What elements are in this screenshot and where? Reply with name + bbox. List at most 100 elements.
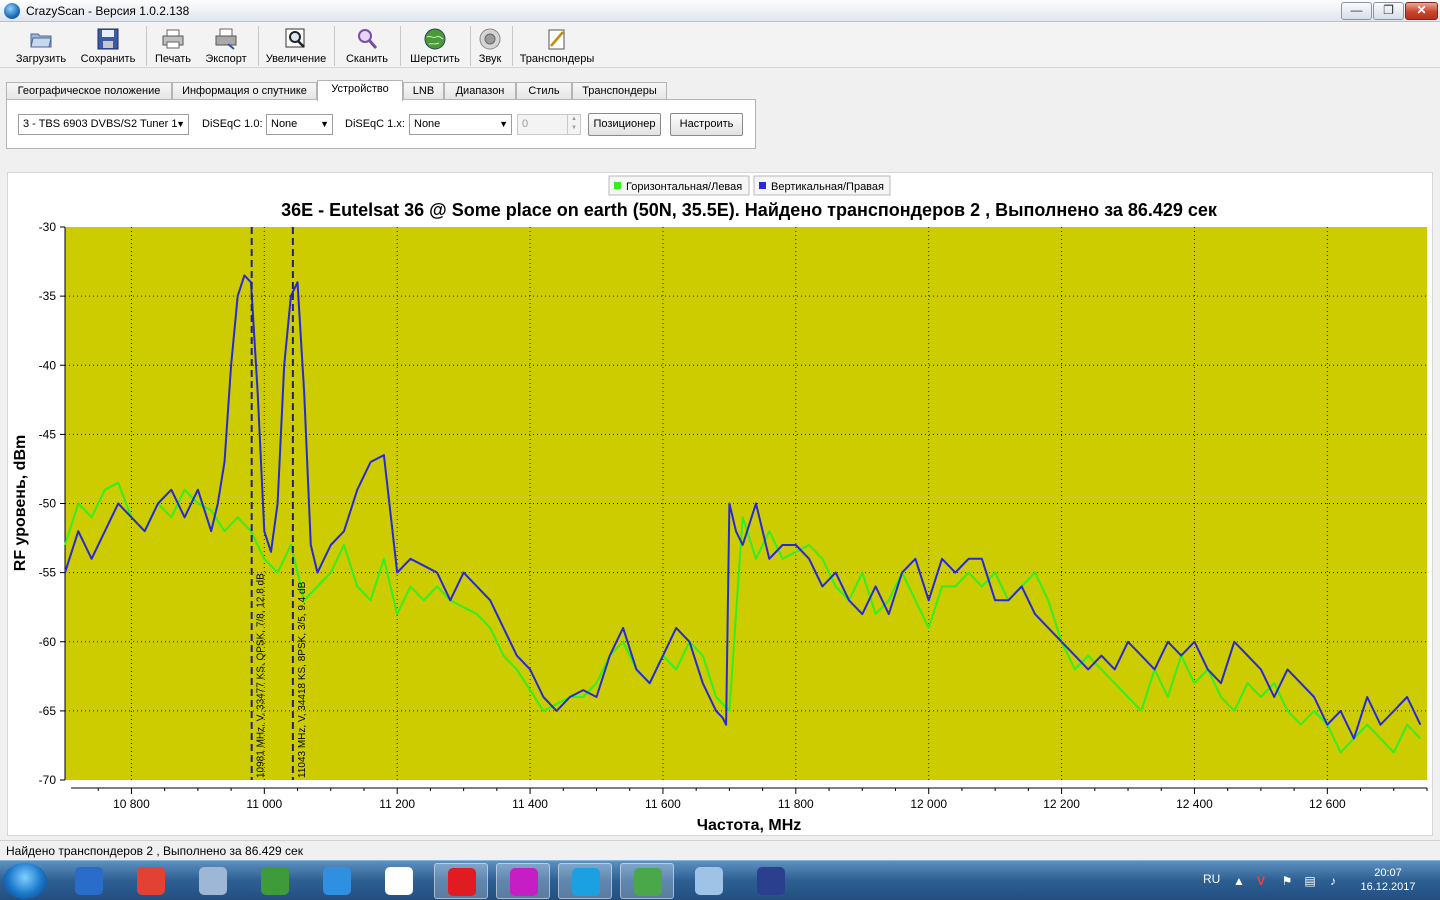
x-tick-label: 11 200 [379, 797, 415, 811]
taskbar-yandex-icon [385, 867, 413, 895]
taskbar-chrome-button[interactable] [124, 863, 178, 899]
toolbar: Загрузить Сохранить Печать Экспорт Увели… [0, 22, 1440, 68]
y-tick-label: -65 [39, 704, 57, 718]
tray-network-icon[interactable]: ▤ [1303, 874, 1317, 888]
zoom-button[interactable]: Увеличение [262, 24, 330, 68]
x-tick-label: 11 400 [512, 797, 548, 811]
taskbar-colorbox-icon [510, 868, 538, 896]
y-axis: -30 -35 -40 -45 -50 -55 -60 -65 -70 [39, 220, 66, 787]
x-axis-label: Частота, MHz [697, 817, 802, 834]
taskbar-car-button[interactable] [62, 863, 116, 899]
y-tick-label: -60 [39, 635, 57, 649]
tab-satellite-info[interactable]: Информация о спутнике [172, 82, 317, 100]
tuner-value: 3 - TBS 6903 DVBS/S2 Tuner 1 [23, 118, 178, 130]
taskbar-yandex-button[interactable] [372, 863, 426, 899]
diseqc1x-select[interactable]: None ▼ [409, 114, 512, 135]
spin-arrows-icon[interactable]: ▲ ▼ [567, 115, 580, 134]
position-spin-value: 0 [522, 118, 529, 130]
chart-title: 36E - Eutelsat 36 @ Some place on earth … [281, 200, 1218, 220]
y-tick-label: -50 [39, 497, 57, 511]
notepad-icon [548, 29, 565, 50]
window-title: CrazyScan - Версия 1.0.2.138 [26, 4, 190, 18]
taskbar-calculator-icon [199, 867, 227, 895]
y-tick-label: -45 [39, 427, 57, 441]
x-tick-label: 12 600 [1309, 797, 1346, 811]
legend-swatch-vertical [759, 182, 766, 189]
position-spinbox[interactable]: 0 ▲ ▼ [517, 114, 581, 135]
tray-flag-icon[interactable]: ⚑ [1280, 874, 1294, 888]
taskbar-crazyscan-icon [634, 868, 662, 896]
diseqc10-select[interactable]: None ▼ [266, 114, 333, 135]
tab-range[interactable]: Диапазон [444, 82, 516, 100]
spectrum-chart-panel: Горизонтальная/Левая Вертикальная/Правая… [7, 172, 1433, 836]
positioner-button[interactable]: Позиционер [588, 113, 661, 136]
spectrum-chart[interactable]: Горизонтальная/Левая Вертикальная/Правая… [8, 173, 1434, 837]
taskbar-network-button[interactable] [682, 863, 736, 899]
windows-taskbar: RU ▲ V ⚑ ▤ ♪ 20:07 16.12.2017 [0, 860, 1440, 900]
tray-clock[interactable]: 20:07 16.12.2017 [1356, 866, 1420, 894]
title-bar: CrazyScan - Версия 1.0.2.138 — ❐ ✕ [0, 0, 1440, 22]
tab-geo-position[interactable]: Географическое положение [6, 82, 172, 100]
toolbar-separator [258, 26, 259, 66]
chevron-down-icon: ▼ [176, 119, 185, 129]
taskbar-opera-button[interactable] [434, 863, 488, 899]
transponders-button[interactable]: Транспондеры [516, 24, 598, 68]
export-label: Экспорт [205, 53, 247, 65]
x-tick-label: 11 000 [246, 797, 282, 811]
transponders-label: Транспондеры [519, 53, 595, 65]
tab-lnb[interactable]: LNB [403, 82, 444, 100]
y-tick-label: -35 [39, 289, 57, 303]
print-label: Печать [154, 53, 192, 65]
legend-swatch-horizontal [614, 182, 621, 189]
magnifier-icon [358, 29, 378, 49]
taskbar-colorbox-button[interactable] [496, 863, 550, 899]
export-button[interactable]: Экспорт [200, 24, 252, 68]
start-button[interactable] [3, 863, 47, 899]
print-button[interactable]: Печать [150, 24, 196, 68]
taskbar-network-icon [695, 867, 723, 895]
scan-button[interactable]: Сканить [340, 24, 394, 68]
tab-style[interactable]: Стиль [516, 82, 572, 100]
tray-volume-icon[interactable]: ♪ [1326, 874, 1340, 888]
y-tick-label: -70 [39, 773, 57, 787]
save-button[interactable]: Сохранить [76, 24, 140, 68]
taskbar-floppy-icon [757, 867, 785, 895]
diseqc10-label: DiSEqC 1.0: [202, 118, 263, 130]
zoom-icon [285, 28, 305, 48]
load-button[interactable]: Загрузить [12, 24, 70, 68]
tuner-select[interactable]: 3 - TBS 6903 DVBS/S2 Tuner 1 ▼ [18, 114, 189, 135]
minimize-button[interactable]: — [1341, 2, 1372, 20]
toolbar-separator [470, 26, 471, 66]
tab-device[interactable]: Устройство [317, 80, 403, 101]
taskbar-floppy-button[interactable] [744, 863, 798, 899]
taskbar-crazyscan-button[interactable] [620, 863, 674, 899]
configure-button[interactable]: Настроить [670, 113, 743, 136]
x-tick-label: 11 600 [645, 797, 681, 811]
y-tick-label: -55 [39, 566, 57, 580]
transponder-marker-label: 10981 MHz, V, 33477 KS, QPSK, 7/8, 12.8 … [256, 573, 267, 778]
sound-label: Звук [478, 53, 502, 65]
speaker-icon [479, 28, 501, 50]
save-label: Сохранить [80, 53, 136, 65]
maximize-button[interactable]: ❐ [1373, 2, 1404, 20]
taskbar-globe-button[interactable] [248, 863, 302, 899]
status-bar: Найдено транспондеров 2 , Выполнено за 8… [0, 840, 1440, 860]
legend-vertical: Вертикальная/Правая [771, 181, 884, 193]
sound-button[interactable]: Звук [474, 24, 506, 68]
tray-expand-icon[interactable]: ▲ [1232, 874, 1246, 888]
taskbar-calculator-button[interactable] [186, 863, 240, 899]
folder-icon [30, 33, 52, 48]
x-tick-label: 12 200 [1043, 797, 1080, 811]
keyboard-language[interactable]: RU [1203, 872, 1220, 886]
diseqc10-value: None [271, 118, 298, 130]
taskbar-skype-icon [572, 868, 600, 896]
tab-transponders[interactable]: Транспондеры [572, 82, 667, 100]
taskbar-car-icon [75, 867, 103, 895]
close-button[interactable]: ✕ [1405, 2, 1438, 20]
tray-antivirus-icon[interactable]: V [1254, 874, 1268, 888]
app-globe-icon [4, 3, 20, 19]
taskbar-skype-button[interactable] [558, 863, 612, 899]
blindscan-button[interactable]: Шерстить [404, 24, 466, 68]
taskbar-ie-button[interactable] [310, 863, 364, 899]
export-printer-icon [215, 28, 237, 50]
